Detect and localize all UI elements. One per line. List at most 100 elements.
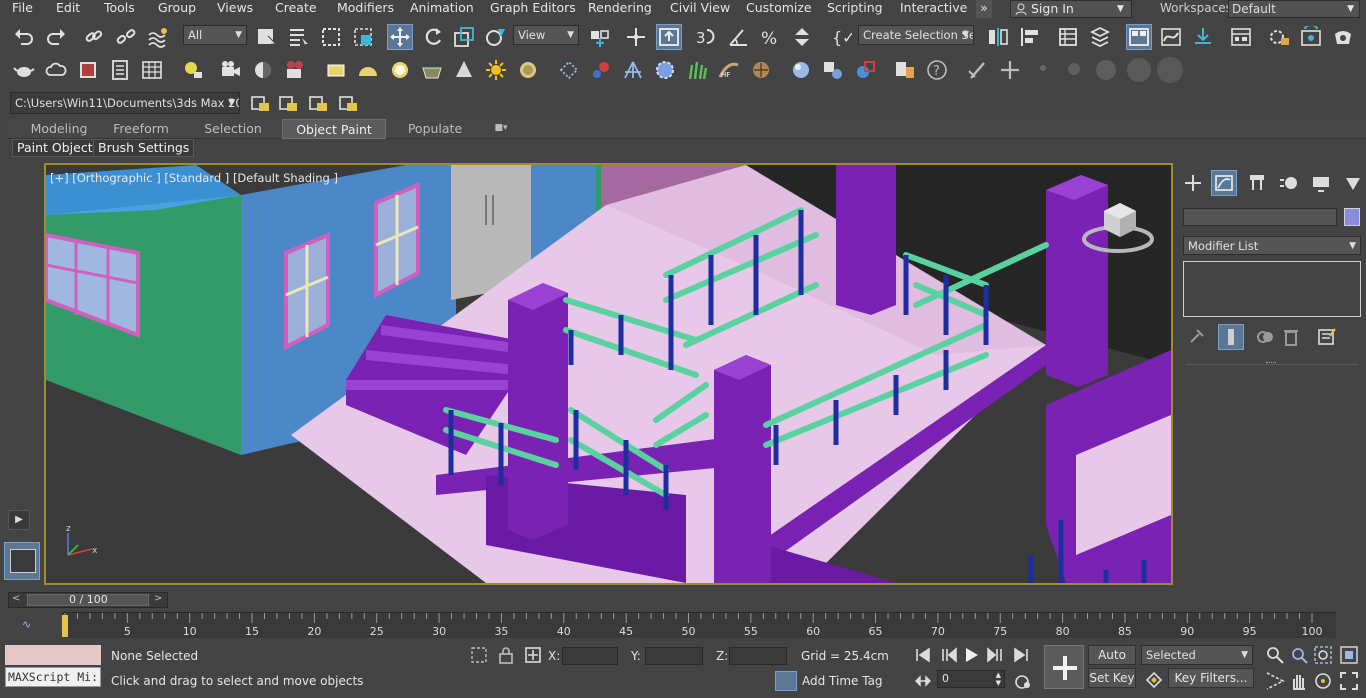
display-tab-icon[interactable] <box>1308 170 1334 196</box>
cloth-icon[interactable] <box>748 57 774 83</box>
brush-size-m-icon[interactable] <box>1096 60 1116 80</box>
curve-icon[interactable]: ∿ <box>22 618 38 632</box>
spinner-snap-icon[interactable] <box>789 24 815 50</box>
project-folder-dropdown[interactable]: C:\Users\Win11\Documents\3ds Max 2020 ▼ <box>10 92 240 114</box>
isolate-selection-icon[interactable] <box>466 642 492 668</box>
bind-space-warp-icon[interactable] <box>145 24 171 50</box>
z-coordinate-field[interactable] <box>729 647 787 665</box>
menu-interactive[interactable]: Interactive <box>900 0 967 18</box>
field-of-view-icon[interactable] <box>1262 668 1288 694</box>
select-and-rotate-icon[interactable] <box>420 24 446 50</box>
cloud-icon[interactable] <box>43 57 69 83</box>
material-browser-icon[interactable] <box>820 57 846 83</box>
paint-objects-panel[interactable]: Paint Objects <box>12 139 105 157</box>
render-setup-icon[interactable] <box>1266 24 1292 50</box>
render-production-icon[interactable] <box>1330 24 1356 50</box>
brush-size-xs-icon[interactable] <box>1040 65 1046 71</box>
pin-stack-icon[interactable] <box>1183 324 1209 350</box>
align-icon[interactable] <box>1017 24 1043 50</box>
viewport-orthographic[interactable]: z x [+] [Orthographic ] [Standard ] [Def… <box>44 163 1173 585</box>
project-default-icon[interactable] <box>305 90 331 116</box>
brush-size-xl-icon[interactable] <box>1157 57 1183 83</box>
time-tag-icon[interactable] <box>775 671 797 691</box>
teapot-icon[interactable] <box>11 57 37 83</box>
material-editor-icon[interactable] <box>1228 24 1254 50</box>
menu-graph-editors[interactable]: Graph Editors <box>490 0 576 18</box>
named-selection-sets-dropdown[interactable]: Create Selection Se ▼ <box>858 25 974 45</box>
toggle-ribbon-icon[interactable] <box>1126 24 1152 50</box>
table-icon[interactable] <box>139 57 165 83</box>
time-next-icon[interactable]: > <box>154 593 162 604</box>
menu-animation[interactable]: Animation <box>410 0 474 18</box>
key-mode-dropdown[interactable]: Selected ▼ <box>1141 645 1253 665</box>
layer-explorer-icon[interactable] <box>1087 24 1113 50</box>
viewport-label[interactable]: [+] [Orthographic ] [Standard ] [Default… <box>50 171 338 185</box>
menu-modifiers[interactable]: Modifiers <box>337 0 394 18</box>
grass-icon[interactable] <box>684 57 710 83</box>
select-by-name-icon[interactable] <box>286 24 312 50</box>
sign-in-dropdown[interactable]: Sign In ▼ <box>1010 0 1132 18</box>
y-coordinate-field[interactable] <box>645 647 703 665</box>
tab-selection[interactable]: Selection <box>196 119 270 139</box>
maxscript-input[interactable]: MAXScript Mi: <box>5 667 101 687</box>
play-viewport-icon[interactable]: ▶ <box>8 510 30 530</box>
key-filter-icon[interactable] <box>1141 667 1167 693</box>
menu-scripting[interactable]: Scripting <box>827 0 883 18</box>
lock-icon[interactable] <box>493 642 519 668</box>
basket-icon[interactable] <box>419 57 445 83</box>
current-frame-field[interactable]: 0 ▲ ▼ <box>937 670 1005 688</box>
time-configuration-icon[interactable] <box>1010 668 1036 694</box>
key-mode-toggle-icon[interactable] <box>910 668 936 694</box>
sphere-icon[interactable] <box>387 57 413 83</box>
angle-snap-icon[interactable] <box>725 24 751 50</box>
brush-settings-panel[interactable]: Brush Settings <box>93 139 195 157</box>
unlink-icon[interactable] <box>113 24 139 50</box>
add-time-tag[interactable]: Add Time Tag <box>802 674 883 688</box>
material-sphere-icon[interactable] <box>788 57 814 83</box>
project-open-icon[interactable] <box>247 90 273 116</box>
viewport-layout-tab[interactable] <box>4 542 40 580</box>
object-name-field[interactable] <box>1183 208 1337 226</box>
light-lister-icon[interactable] <box>180 57 206 83</box>
undo-icon[interactable] <box>11 24 37 50</box>
select-and-move-icon[interactable] <box>387 24 413 50</box>
go-to-end-icon[interactable] <box>1008 642 1034 668</box>
next-frame-icon[interactable] <box>982 642 1008 668</box>
project-folder-icon[interactable] <box>335 90 361 116</box>
spinner-icon[interactable]: ▲ ▼ <box>996 671 1001 687</box>
time-prev-icon[interactable]: < <box>12 593 20 604</box>
maximize-viewport-icon[interactable] <box>1336 668 1362 694</box>
select-object-icon[interactable] <box>254 24 280 50</box>
document-icon[interactable] <box>107 57 133 83</box>
zoom-all-icon[interactable] <box>1286 642 1312 668</box>
object-color-swatch[interactable] <box>1344 208 1360 226</box>
select-and-scale-icon[interactable] <box>451 24 477 50</box>
menu-overflow[interactable]: » <box>976 0 992 18</box>
auto-key-button[interactable]: Auto Key <box>1088 645 1136 680</box>
go-to-start-icon[interactable] <box>910 642 936 668</box>
modify-tab-icon[interactable] <box>1211 170 1237 196</box>
edit-named-selection-icon[interactable]: {✓ <box>828 24 854 50</box>
menu-tools[interactable]: Tools <box>104 0 135 18</box>
molecule-icon[interactable] <box>588 57 614 83</box>
rendered-frame-window-icon[interactable] <box>1298 24 1324 50</box>
x-coordinate-field[interactable] <box>562 647 618 665</box>
menu-edit[interactable]: Edit <box>56 0 80 18</box>
time-slider-bar[interactable]: < 0 / 100 > <box>8 592 168 608</box>
motion-tab-icon[interactable] <box>1276 170 1302 196</box>
cone-icon[interactable] <box>451 57 477 83</box>
render-to-texture-icon[interactable] <box>852 57 878 83</box>
snaps-toggle-icon[interactable]: 3 <box>693 24 719 50</box>
play-icon[interactable] <box>958 642 984 668</box>
selection-filter-dropdown[interactable]: All ▼ <box>183 25 247 45</box>
menu-create[interactable]: Create <box>275 0 317 18</box>
tab-modeling[interactable]: Modeling <box>22 119 96 139</box>
menu-customize[interactable]: Customize <box>746 0 812 18</box>
zoom-icon[interactable] <box>1262 642 1288 668</box>
help-icon[interactable]: ? <box>924 57 950 83</box>
redo-icon[interactable] <box>43 24 69 50</box>
tripod-icon[interactable] <box>620 57 646 83</box>
tab-freeform[interactable]: Freeform <box>104 119 178 139</box>
tab-populate[interactable]: Populate <box>398 119 472 139</box>
camera-icon[interactable] <box>218 57 244 83</box>
